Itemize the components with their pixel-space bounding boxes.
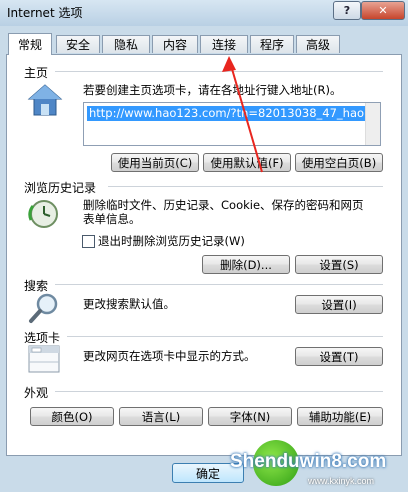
internet-options-dialog: Internet 选项 ? ✕ 常规 安全 隐私 内容 连接 程序 高级 主页 … [0,0,408,492]
tab-security[interactable]: 安全 [56,35,100,53]
tab-privacy[interactable]: 隐私 [102,35,150,53]
appearance-group-label: 外观 [24,386,49,400]
home-url-text: http://www.hao123.com/?tn=82013038_47_ha… [87,106,377,121]
url-scroll-up[interactable] [365,103,380,124]
home-group-label: 主页 [24,66,49,80]
search-group-divider [55,284,383,285]
delete-on-exit-label[interactable]: 退出时删除浏览历史记录(W) [98,234,245,248]
tab-connections[interactable]: 连接 [200,35,248,53]
magnifier-icon [29,293,58,323]
watermark-subtext: www.kxinyk.com [308,476,375,486]
home-description: 若要创建主页选项卡，请在各地址行键入地址(R)。 [83,83,342,97]
fonts-button[interactable]: 字体(N) [208,407,292,426]
tabs-group-label: 选项卡 [24,331,61,345]
title-bar: Internet 选项 ? ✕ [0,0,408,26]
appearance-group-divider [55,391,383,392]
tabs-description: 更改网页在选项卡中显示的方式。 [83,349,256,363]
colors-button[interactable]: 颜色(O) [30,407,114,426]
tab-programs[interactable]: 程序 [250,35,294,53]
search-settings-button[interactable]: 设置(I) [295,295,383,314]
url-scroll-down[interactable] [365,124,380,145]
window-title: Internet 选项 [7,6,83,20]
history-group-divider [108,186,383,187]
home-icon [27,84,63,116]
accessibility-button[interactable]: 辅助功能(E) [297,407,383,426]
delete-history-button[interactable]: 删除(D)... [202,255,290,274]
tabs-window-icon [28,345,60,373]
tab-strip: 常规 安全 隐私 内容 连接 程序 高级 [6,33,402,55]
tab-content[interactable]: 内容 [152,35,198,53]
use-blank-button[interactable]: 使用空白页(B) [295,153,383,172]
home-url-textbox[interactable]: http://www.hao123.com/?tn=82013038_47_ha… [83,102,381,146]
history-group-label: 浏览历史记录 [24,181,97,195]
tabs-group-divider [67,336,383,337]
tabs-settings-button[interactable]: 设置(T) [295,347,383,366]
delete-on-exit-checkbox[interactable] [82,235,95,248]
help-button[interactable]: ? [333,1,361,20]
history-description-line2: 表单信息。 [83,212,141,226]
history-description-line1: 删除临时文件、历史记录、Cookie、保存的密码和网页 [83,198,364,212]
languages-button[interactable]: 语言(L) [119,407,203,426]
search-description: 更改搜索默认值。 [83,297,175,311]
watermark-text: Shenduwin8.com [230,451,387,472]
general-tab-panel: 主页 若要创建主页选项卡，请在各地址行键入地址(R)。 http://www.h… [6,54,402,456]
tab-advanced[interactable]: 高级 [296,35,340,53]
history-settings-button[interactable]: 设置(S) [295,255,383,274]
tab-general[interactable]: 常规 [8,33,52,55]
home-group-divider [55,71,383,72]
history-clock-icon [28,200,58,228]
use-current-button[interactable]: 使用当前页(C) [111,153,199,172]
use-default-button[interactable]: 使用默认值(F) [203,153,291,172]
close-button[interactable]: ✕ [361,1,405,20]
